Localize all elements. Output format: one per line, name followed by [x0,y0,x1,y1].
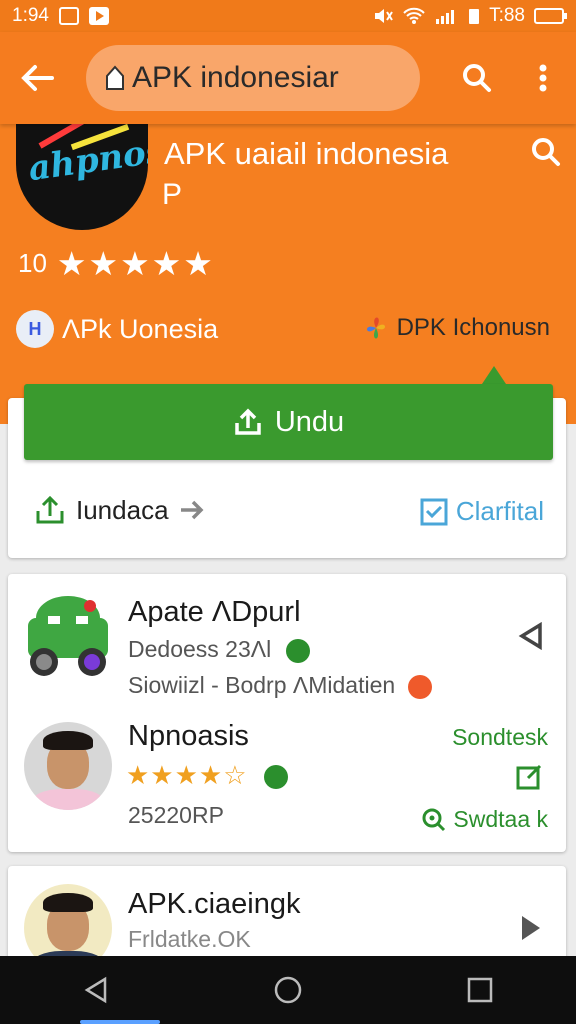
checkbox-icon [420,498,448,525]
developer-link[interactable]: H ΛPk Uonesia [16,310,218,348]
developer-avatar: H [16,310,54,348]
list-item-action-label: Swdtaa k [453,806,548,832]
user-avatar [24,722,112,810]
battery-text: T:88 [489,5,525,26]
verify-label: Clarfital [455,496,544,526]
verified-icon [263,765,288,790]
more-options-button[interactable] [520,55,566,101]
publisher-link[interactable]: DPK Ichonusn [359,312,550,344]
sim-icon [469,9,480,24]
arrow-right-icon [180,500,204,520]
wifi-icon [403,7,425,24]
edit-icon[interactable] [516,764,544,790]
search-icon [422,808,446,831]
hero-search-button[interactable] [530,136,566,172]
star-rating: ★★★★★ [56,245,215,282]
list-item-title[interactable]: Apate ΛDpurl [128,596,301,629]
list-item-meta: Dedoess 23Λl [128,636,310,663]
list-item-description: Siowiizl - Bodrp ΛMidatien [128,672,396,698]
search-button[interactable] [454,55,500,101]
list-item-stars: ★★★★☆ [126,760,248,790]
nav-recents-button[interactable] [450,965,510,1015]
status-time: 1:94 [12,5,49,26]
verify-button[interactable]: Clarfital [420,496,544,527]
gallery-icon [58,7,79,25]
upload-icon [235,408,261,435]
status-bar: 1:94 T:88 [0,0,576,32]
list-item-subtitle: Frldatke.OK [128,926,251,952]
list-item-title[interactable]: APK.ciaeingk [128,888,301,921]
android-robot-icon [28,596,108,676]
list-item-price: 25220RP [128,802,224,828]
install-button[interactable]: Undu [24,384,553,460]
more-vert-icon [539,64,547,92]
app-title: APK uaiail indonesia [164,136,449,171]
rating-count: 10 [18,248,47,278]
share-label: Iundaca [76,494,169,525]
play-icon[interactable] [520,914,542,942]
back-icon [84,976,107,1004]
upload-icon [36,495,64,524]
publisher-name: DPK Ichonusn [396,314,550,341]
nav-home-button[interactable] [258,965,318,1015]
list-item-link[interactable]: Sondtesk [452,724,548,751]
apk-icon [100,63,130,93]
play-icon [88,7,109,25]
list-item-title[interactable]: Npnoasis [128,720,249,753]
arrow-left-icon [21,65,54,91]
system-nav-bar [0,956,576,1024]
share-arrow-icon[interactable] [518,622,544,650]
nav-back-button[interactable] [66,965,126,1015]
pointer-arrow [482,366,506,384]
list-item-desc: Siowiizl - Bodrp ΛMidatien [128,672,432,699]
search-icon [532,138,560,166]
nav-indicator [80,1020,160,1024]
back-button[interactable] [14,55,60,101]
mute-icon [375,9,393,23]
search-text[interactable]: APK indonesiar [132,61,339,95]
install-label: Undu [274,405,345,438]
list-item-action[interactable]: Swdtaa k [421,806,548,833]
list-item-version: Dedoess 23Λl [128,636,272,662]
search-icon [463,64,491,92]
search-field[interactable]: APK indonesiar [86,45,420,111]
home-icon [274,976,302,1004]
signal-icon [436,10,455,24]
app-subtitle: P [162,178,183,211]
rating-row: 10 ★★★★★ [18,244,215,283]
developer-name: ΛPk Uonesia [62,313,219,344]
star-rating: ★★★★☆ [126,760,288,791]
plane-icon [407,674,432,699]
battery-icon [534,8,567,24]
verified-icon [285,638,310,663]
flower-icon [366,317,385,339]
recents-icon [467,977,493,1003]
share-button[interactable]: Iundaca [34,494,205,526]
app-header: APK indonesiar [0,32,576,124]
